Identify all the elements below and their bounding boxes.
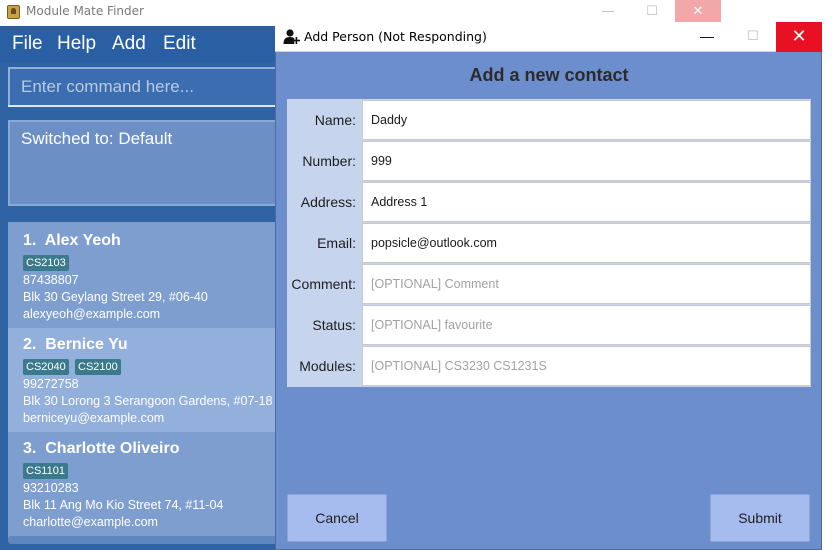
person-phone: 87438807 (23, 273, 79, 287)
module-tag: CS2040 (23, 359, 69, 375)
horizontal-scrollbar[interactable] (8, 536, 288, 544)
dialog-title: Add Person (Not Responding) (304, 29, 487, 44)
person-email: charlotte@example.com (23, 515, 158, 529)
dialog-close-button[interactable]: ✕ (776, 22, 822, 52)
person-email: berniceyu@example.com (23, 411, 165, 425)
add-person-icon (283, 29, 300, 44)
menu-help[interactable]: Help (57, 33, 96, 55)
command-underline (8, 105, 288, 107)
submit-button[interactable]: Submit (710, 494, 810, 542)
status-field[interactable] (363, 306, 810, 344)
dialog-minimize-button[interactable]: — (684, 22, 730, 52)
number-field[interactable] (363, 142, 810, 180)
status-label: Status: (312, 317, 356, 333)
person-card[interactable]: 1. Alex Yeoh CS2103 87438807 Blk 30 Geyl… (8, 224, 288, 328)
module-tag: CS2103 (23, 255, 69, 271)
person-address: Blk 30 Lorong 3 Serangoon Gardens, #07-1… (23, 394, 273, 408)
email-field[interactable] (363, 224, 810, 262)
address-label: Address: (300, 194, 356, 210)
dialog-heading: Add a new contact (469, 65, 629, 85)
command-input[interactable] (10, 69, 286, 105)
person-name: 3. Charlotte Oliveiro (23, 440, 180, 457)
address-field[interactable] (363, 183, 810, 221)
status-field-box (362, 305, 811, 345)
name-field[interactable] (363, 101, 810, 139)
person-card[interactable]: 2. Bernice Yu CS2040 CS2100 99272758 Blk… (8, 328, 288, 432)
cancel-button[interactable]: Cancel (287, 494, 387, 542)
comment-label: Comment: (291, 276, 356, 292)
app-icon (7, 5, 20, 19)
person-phone: 93210283 (23, 481, 79, 495)
comment-field-box (362, 264, 811, 304)
person-email: alexyeoh@example.com (23, 307, 161, 321)
modules-label: Modules: (299, 358, 356, 374)
modules-field-box (362, 346, 811, 386)
name-field-box (362, 100, 811, 140)
person-name: 1. Alex Yeoh (23, 232, 121, 249)
result-text: Switched to: Default (21, 129, 173, 148)
menu-file[interactable]: File (12, 33, 43, 55)
menu-edit[interactable]: Edit (163, 33, 196, 55)
person-name: 2. Bernice Yu (23, 336, 128, 353)
name-label: Name: (314, 112, 356, 128)
email-label: Email: (317, 235, 356, 251)
module-tag: CS2100 (75, 359, 121, 375)
menu-add[interactable]: Add (112, 33, 146, 55)
comment-field[interactable] (363, 265, 810, 303)
person-address: Blk 30 Geylang Street 29, #06-40 (23, 290, 208, 304)
person-phone: 99272758 (23, 377, 79, 391)
dialog-maximize-button[interactable]: ☐ (730, 22, 776, 52)
person-address: Blk 11 Ang Mo Kio Street 74, #11-04 (23, 498, 224, 512)
person-card[interactable]: 3. Charlotte Oliveiro CS1101 93210283 Bl… (8, 432, 288, 536)
email-field-box (362, 223, 811, 263)
main-window-title: Module Mate Finder (26, 4, 144, 18)
modules-field[interactable] (363, 347, 810, 385)
command-box (8, 67, 288, 107)
number-label: Number: (302, 153, 356, 169)
number-field-box (362, 141, 811, 181)
address-field-box (362, 182, 811, 222)
module-tag: CS1101 (23, 463, 68, 479)
